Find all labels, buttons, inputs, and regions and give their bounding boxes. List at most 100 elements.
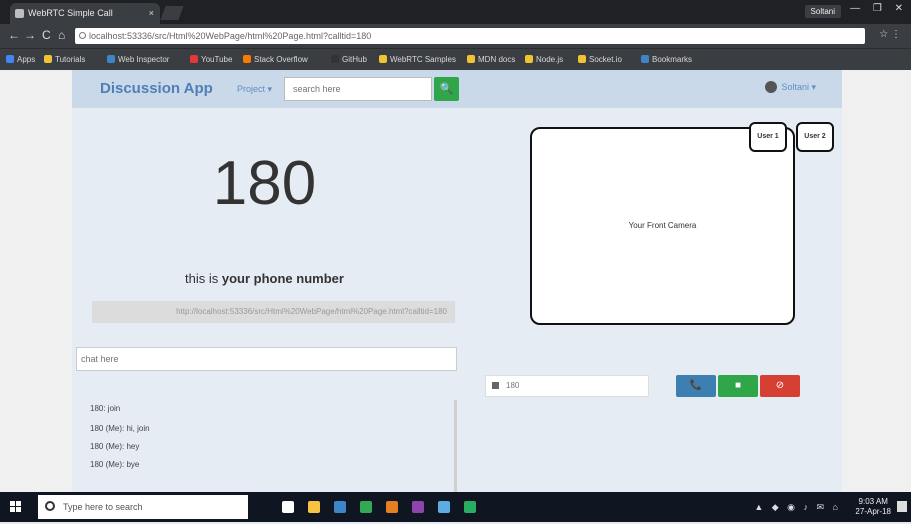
bookmark-icon: [243, 55, 251, 63]
call-number-value: 180: [506, 381, 520, 390]
search-input[interactable]: [284, 77, 432, 101]
clock[interactable]: 9:03 AM 27-Apr-18: [855, 497, 891, 517]
user1-video[interactable]: User 1: [749, 122, 787, 152]
bookmark-label: Node.js: [536, 55, 564, 64]
caption-prefix: this is: [185, 271, 222, 286]
clock-time: 9:03 AM: [858, 497, 888, 506]
task-view-icon[interactable]: [282, 501, 294, 513]
address-bar[interactable]: localhost:53336/src/Html%20WebPage/html%…: [75, 28, 865, 44]
chrome-icon[interactable]: [360, 501, 372, 513]
maximize-button[interactable]: ❐: [873, 3, 882, 14]
bookmark-item[interactable]: Socket.io: [578, 55, 622, 64]
minimize-button[interactable]: —: [850, 3, 860, 14]
caption-bold: your phone number: [221, 271, 344, 286]
bookmark-icon: [44, 55, 52, 63]
bookmark-label: Stack Overflow: [254, 55, 308, 64]
new-tab-button[interactable]: [160, 6, 184, 20]
bookmark-item[interactable]: YouTube: [190, 55, 232, 64]
file-explorer-icon[interactable]: [308, 501, 320, 513]
home-icon[interactable]: ⌂: [58, 28, 65, 42]
close-tab-icon[interactable]: ×: [149, 3, 154, 24]
app-page: Discussion App Project ▾ 🔍 Soltani ▾ 180…: [72, 70, 842, 524]
app-brand[interactable]: Discussion App: [100, 80, 213, 97]
notification-icon[interactable]: [897, 501, 907, 512]
menu-icon[interactable]: ⋮: [891, 29, 901, 40]
search-icon: 🔍: [439, 83, 454, 95]
visual-studio-icon[interactable]: [412, 501, 424, 513]
bookmark-item[interactable]: Node.js: [525, 55, 563, 64]
message-item: 180 (Me): hey: [90, 442, 140, 451]
bookmark-item[interactable]: GitHub: [331, 55, 367, 64]
profile-chip[interactable]: Soltani: [804, 5, 841, 18]
back-icon[interactable]: ←: [8, 28, 20, 42]
bookmark-item[interactable]: Stack Overflow: [243, 55, 308, 64]
windows-taskbar: Type here to search ▲ ◆ ◉ ♪ ✉ ⌂ 9:03 AM …: [0, 492, 911, 522]
bookmark-label: Apps: [17, 55, 36, 64]
call-controls: 180 📞 ■ ⊘: [477, 375, 839, 399]
front-camera-view: Your Front Camera: [530, 127, 795, 325]
message-item: 180 (Me): hi, join: [90, 424, 150, 433]
app-navbar: Discussion App Project ▾ 🔍 Soltani ▾: [72, 70, 842, 108]
bookmark-item[interactable]: Bookmarks: [641, 55, 692, 64]
user2-video[interactable]: User 2: [796, 122, 834, 152]
bookmark-label: Bookmarks: [652, 55, 693, 64]
phone-icon: 📞: [689, 380, 703, 391]
bookmark-icon: [525, 55, 533, 63]
url-text: localhost:53336/src/Html%20WebPage/html%…: [89, 31, 372, 41]
hangup-icon: ⊘: [775, 380, 785, 391]
message-item: 180 (Me): bye: [90, 460, 140, 469]
left-column: 180 this is your phone number http://loc…: [72, 108, 457, 524]
camera-label: Your Front Camera: [628, 221, 697, 230]
browser-toolbar: ← → C ⌂ localhost:53336/src/Html%20WebPa…: [0, 24, 911, 48]
bookmark-icon: [578, 55, 586, 63]
right-column: Your Front Camera User 1 User 2 180 📞 ■ …: [457, 108, 842, 492]
browser-chrome: WebRTC Simple Call × Soltani — ❐ ✕ ← → C…: [0, 0, 911, 71]
bookmark-icon: [379, 55, 387, 63]
bookmark-icon: [641, 55, 649, 63]
message-item: 180: join: [90, 404, 121, 413]
star-icon[interactable]: ☆: [879, 29, 888, 40]
matlab-icon[interactable]: [386, 501, 398, 513]
tab-title: WebRTC Simple Call: [28, 8, 113, 18]
bookmark-label: WebRTC Samples: [390, 55, 456, 64]
bookmark-item[interactable]: Web Inspector: [107, 55, 169, 64]
page-viewport: Discussion App Project ▾ 🔍 Soltani ▾ 180…: [0, 70, 911, 524]
windows-start-icon[interactable]: [10, 501, 22, 513]
project-menu[interactable]: Project ▾: [237, 84, 272, 95]
bookmark-item[interactable]: Tutorials: [44, 55, 85, 64]
video-call-button[interactable]: ■: [718, 375, 758, 397]
info-icon[interactable]: [79, 32, 86, 39]
bookmark-label: MDN docs: [478, 55, 516, 64]
voice-call-button[interactable]: 📞: [676, 375, 716, 397]
bookmark-item[interactable]: WebRTC Samples: [379, 55, 456, 64]
bookmark-label: Socket.io: [589, 55, 622, 64]
system-tray[interactable]: ▲ ◆ ◉ ♪ ✉ ⌂: [754, 502, 841, 513]
bookmarks-bar: Apps Tutorials Web Inspector YouTube Stack O…: [0, 48, 911, 71]
bookmark-label: GitHub: [342, 55, 367, 64]
bookmark-item[interactable]: MDN docs: [467, 55, 515, 64]
forward-icon[interactable]: →: [24, 28, 36, 42]
reload-icon[interactable]: C: [42, 28, 51, 42]
browser-tab[interactable]: WebRTC Simple Call ×: [10, 3, 160, 24]
call-number-input[interactable]: 180: [485, 375, 649, 397]
chat-input[interactable]: [76, 347, 457, 371]
user-name: Soltani ▾: [781, 82, 816, 92]
tab-strip: WebRTC Simple Call × Soltani — ❐ ✕: [0, 0, 911, 24]
bookmark-item[interactable]: Apps: [6, 55, 35, 64]
hangup-button[interactable]: ⊘: [760, 375, 800, 397]
phone-caption: this is your phone number: [72, 271, 457, 286]
search-button[interactable]: 🔍: [434, 77, 459, 101]
terminal-icon[interactable]: [464, 501, 476, 513]
store-icon[interactable]: [334, 501, 346, 513]
share-url-box[interactable]: http://localhost:53336/src/Html%20WebPag…: [92, 301, 455, 323]
bookmark-label: Tutorials: [55, 55, 86, 64]
taskbar-search-input[interactable]: Type here to search: [38, 495, 248, 519]
bookmark-icon: [467, 55, 475, 63]
close-window-button[interactable]: ✕: [895, 3, 903, 14]
user-menu[interactable]: Soltani ▾: [765, 81, 816, 93]
clock-date: 27-Apr-18: [855, 507, 891, 516]
favicon-icon: [15, 9, 24, 18]
dialpad-icon: [492, 382, 499, 389]
notepad-icon[interactable]: [438, 501, 450, 513]
phone-number: 180: [212, 149, 317, 218]
